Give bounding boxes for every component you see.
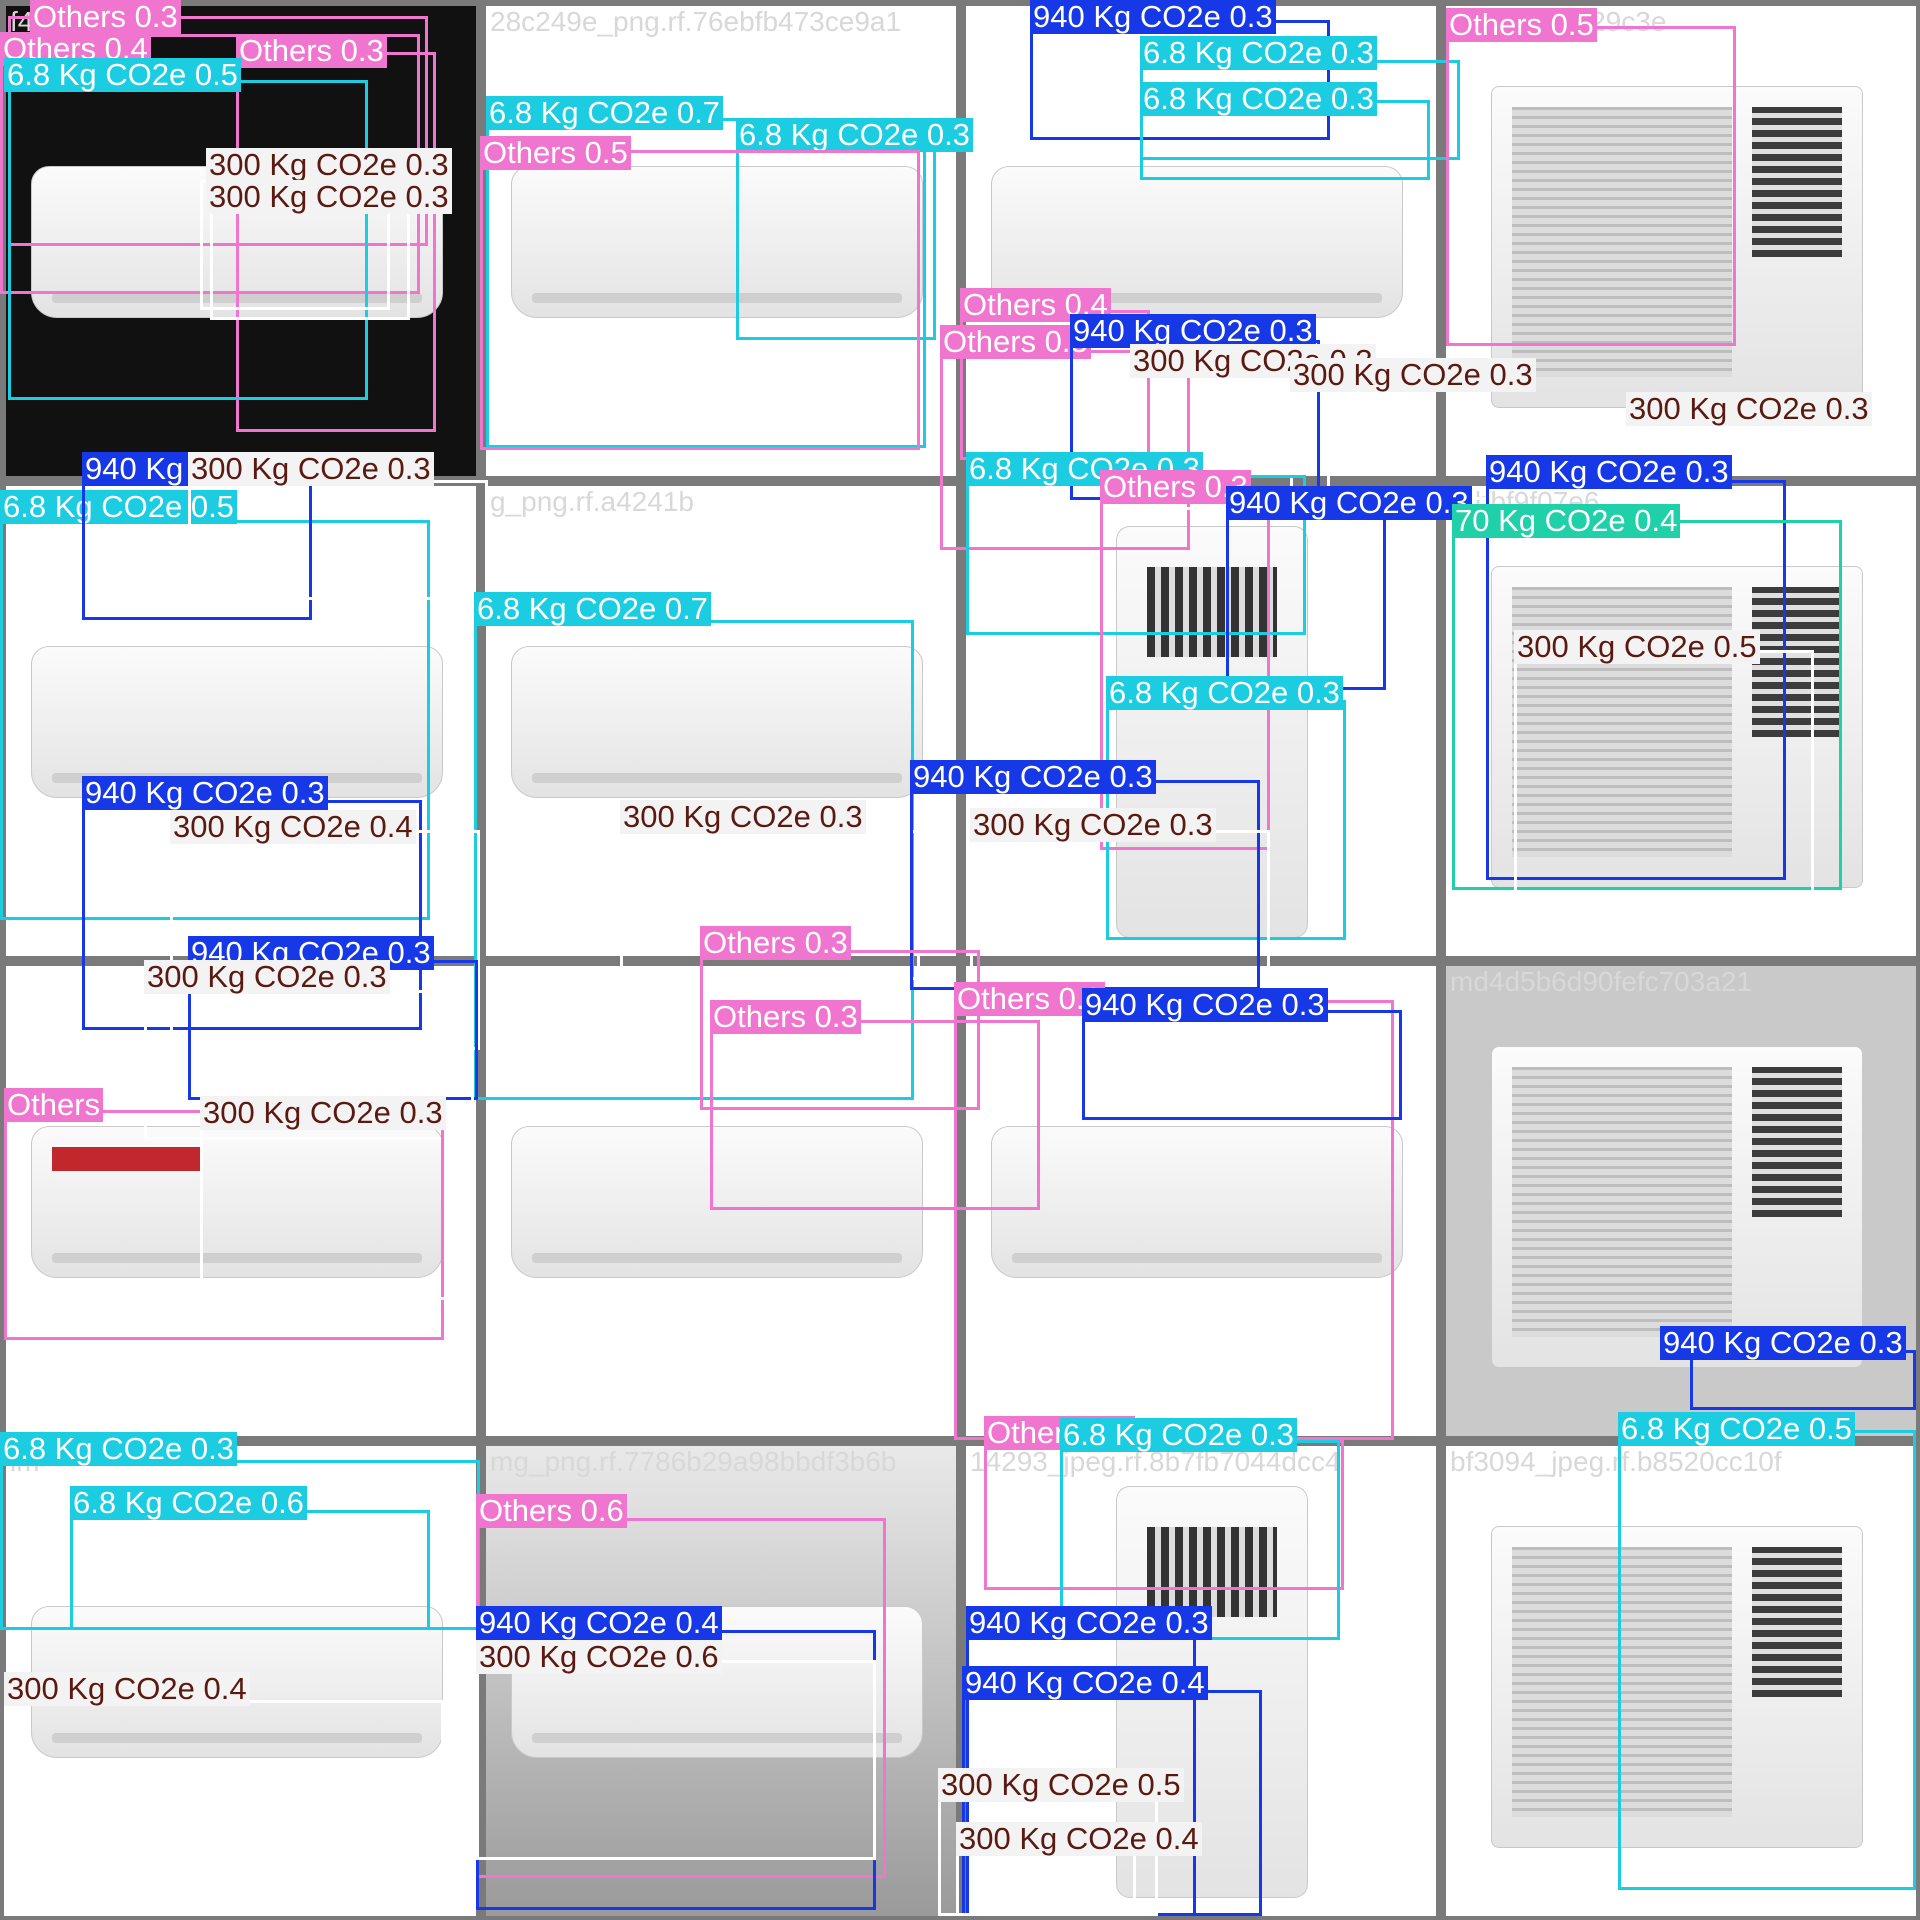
detection-label: Others 0.5 <box>480 136 631 170</box>
detection-label: Others 0.3 <box>30 0 181 34</box>
detection-label: 300 Kg CO2e 0.4 <box>956 1822 1202 1856</box>
detection-label: 300 Kg CO2e 0.3 <box>206 148 452 182</box>
tile-caption: md4d5b6d90fefc703a21 <box>1450 966 1753 997</box>
detection-label: 300 Kg CO2e 0.3 <box>188 452 434 486</box>
detection-label: 300 Kg CO2e 0.4 <box>170 810 416 844</box>
detection-label: Others 0.3 <box>700 926 851 960</box>
detection-label: 940 Kg CO2e 0.4 <box>476 1606 722 1640</box>
detection-label: 940 Kg CO2e 0.3 <box>1030 0 1276 34</box>
detection-label: 6.8 Kg CO2e 0.7 <box>486 96 723 130</box>
detection-label: 940 Kg CO2e 0.3 <box>1486 455 1732 489</box>
detection-box <box>4 1700 444 1916</box>
detection-label: 940 Kg CO2e 0.3 <box>1660 1326 1906 1360</box>
detection-label: 300 Kg CO2e 0.3 <box>200 1096 446 1130</box>
tile-caption: mg_png.rf.7786b29a98bbdf3b6b <box>490 1446 897 1477</box>
detection-label: 940 Kg CO2e 0.3 <box>82 776 328 810</box>
detection-label: Others 0.3 <box>710 1000 861 1034</box>
detection-label: 6.8 Kg CO2e 0.3 <box>736 118 973 152</box>
appliance-image <box>1491 1046 1863 1368</box>
detection-label: 300 Kg CO2e 0.3 <box>1626 392 1872 426</box>
detection-label: Others 0.5 <box>1446 8 1597 42</box>
detection-box <box>1290 380 1490 500</box>
detection-box <box>480 150 920 450</box>
detection-label: 940 Kg CO2e 0.3 <box>910 760 1156 794</box>
tile-caption: g_png.rf.a4241b <box>490 486 694 517</box>
detection-label: 300 Kg CO2e 0.3 <box>206 180 452 214</box>
detection-box <box>188 480 488 600</box>
detection-label: 6.8 Kg CO2e 0.5 <box>4 58 241 92</box>
detection-label: Others <box>4 1088 104 1122</box>
detection-label: 6.8 Kg CO2e 0.3 <box>1106 676 1343 710</box>
detection-label: 300 Kg CO2e 0.3 <box>620 800 866 834</box>
detection-box <box>1618 1430 1916 1890</box>
detection-label: 300 Kg CO2e 0.6 <box>476 1640 722 1674</box>
detection-label: 940 Kg CO2e 0.3 <box>1226 486 1472 520</box>
detection-box <box>476 1660 876 1860</box>
detection-label: 6.8 Kg CO2e 0.3 <box>1140 82 1377 116</box>
detection-label: 300 Kg CO2e 0.3 <box>144 960 390 994</box>
detection-label: Others 0.3 <box>940 325 1091 359</box>
detection-label: 940 Kg CO2e 0.4 <box>962 1666 1208 1700</box>
detection-label: 940 Kg CO2e 0.3 <box>1082 988 1328 1022</box>
detection-label: Others 0.6 <box>476 1494 627 1528</box>
detection-box <box>200 1120 450 1300</box>
detection-label: 6.8 Kg CO2e 0.3 <box>1060 1418 1297 1452</box>
detection-label: 300 Kg CO2e 0.3 <box>970 808 1216 842</box>
tile-caption: 28c249e_png.rf.76ebfb473ce9a1 <box>490 6 902 37</box>
detection-label: 300 Kg CO2e 0.4 <box>4 1672 250 1706</box>
detection-box <box>70 1510 430 1630</box>
detection-box <box>1446 26 1736 346</box>
detection-label: 940 Kg CO2e 0.3 <box>966 1606 1212 1640</box>
detection-label: 6.8 Kg CO2e 0.3 <box>1140 36 1377 70</box>
detection-box <box>1514 650 1814 950</box>
detection-box <box>1082 1010 1402 1120</box>
detection-label: 6.8 Kg CO2e 0.3 <box>0 1432 237 1466</box>
detection-label: 300 Kg CO2e 0.3 <box>1290 358 1536 392</box>
detection-label: 6.8 Kg CO2e 0.6 <box>70 1486 307 1520</box>
detection-label: 300 Kg CO2e 0.5 <box>938 1768 1184 1802</box>
detection-label: 6.8 Kg CO2e 0.7 <box>474 592 711 626</box>
detection-label: 300 Kg CO2e 0.5 <box>1514 630 1760 664</box>
detection-label: 70 Kg CO2e 0.4 <box>1452 504 1681 538</box>
detection-label: 6.8 Kg CO2e 0.5 <box>1618 1412 1855 1446</box>
detection-box <box>1226 510 1386 690</box>
detection-label: Others 0.3 <box>236 34 387 68</box>
